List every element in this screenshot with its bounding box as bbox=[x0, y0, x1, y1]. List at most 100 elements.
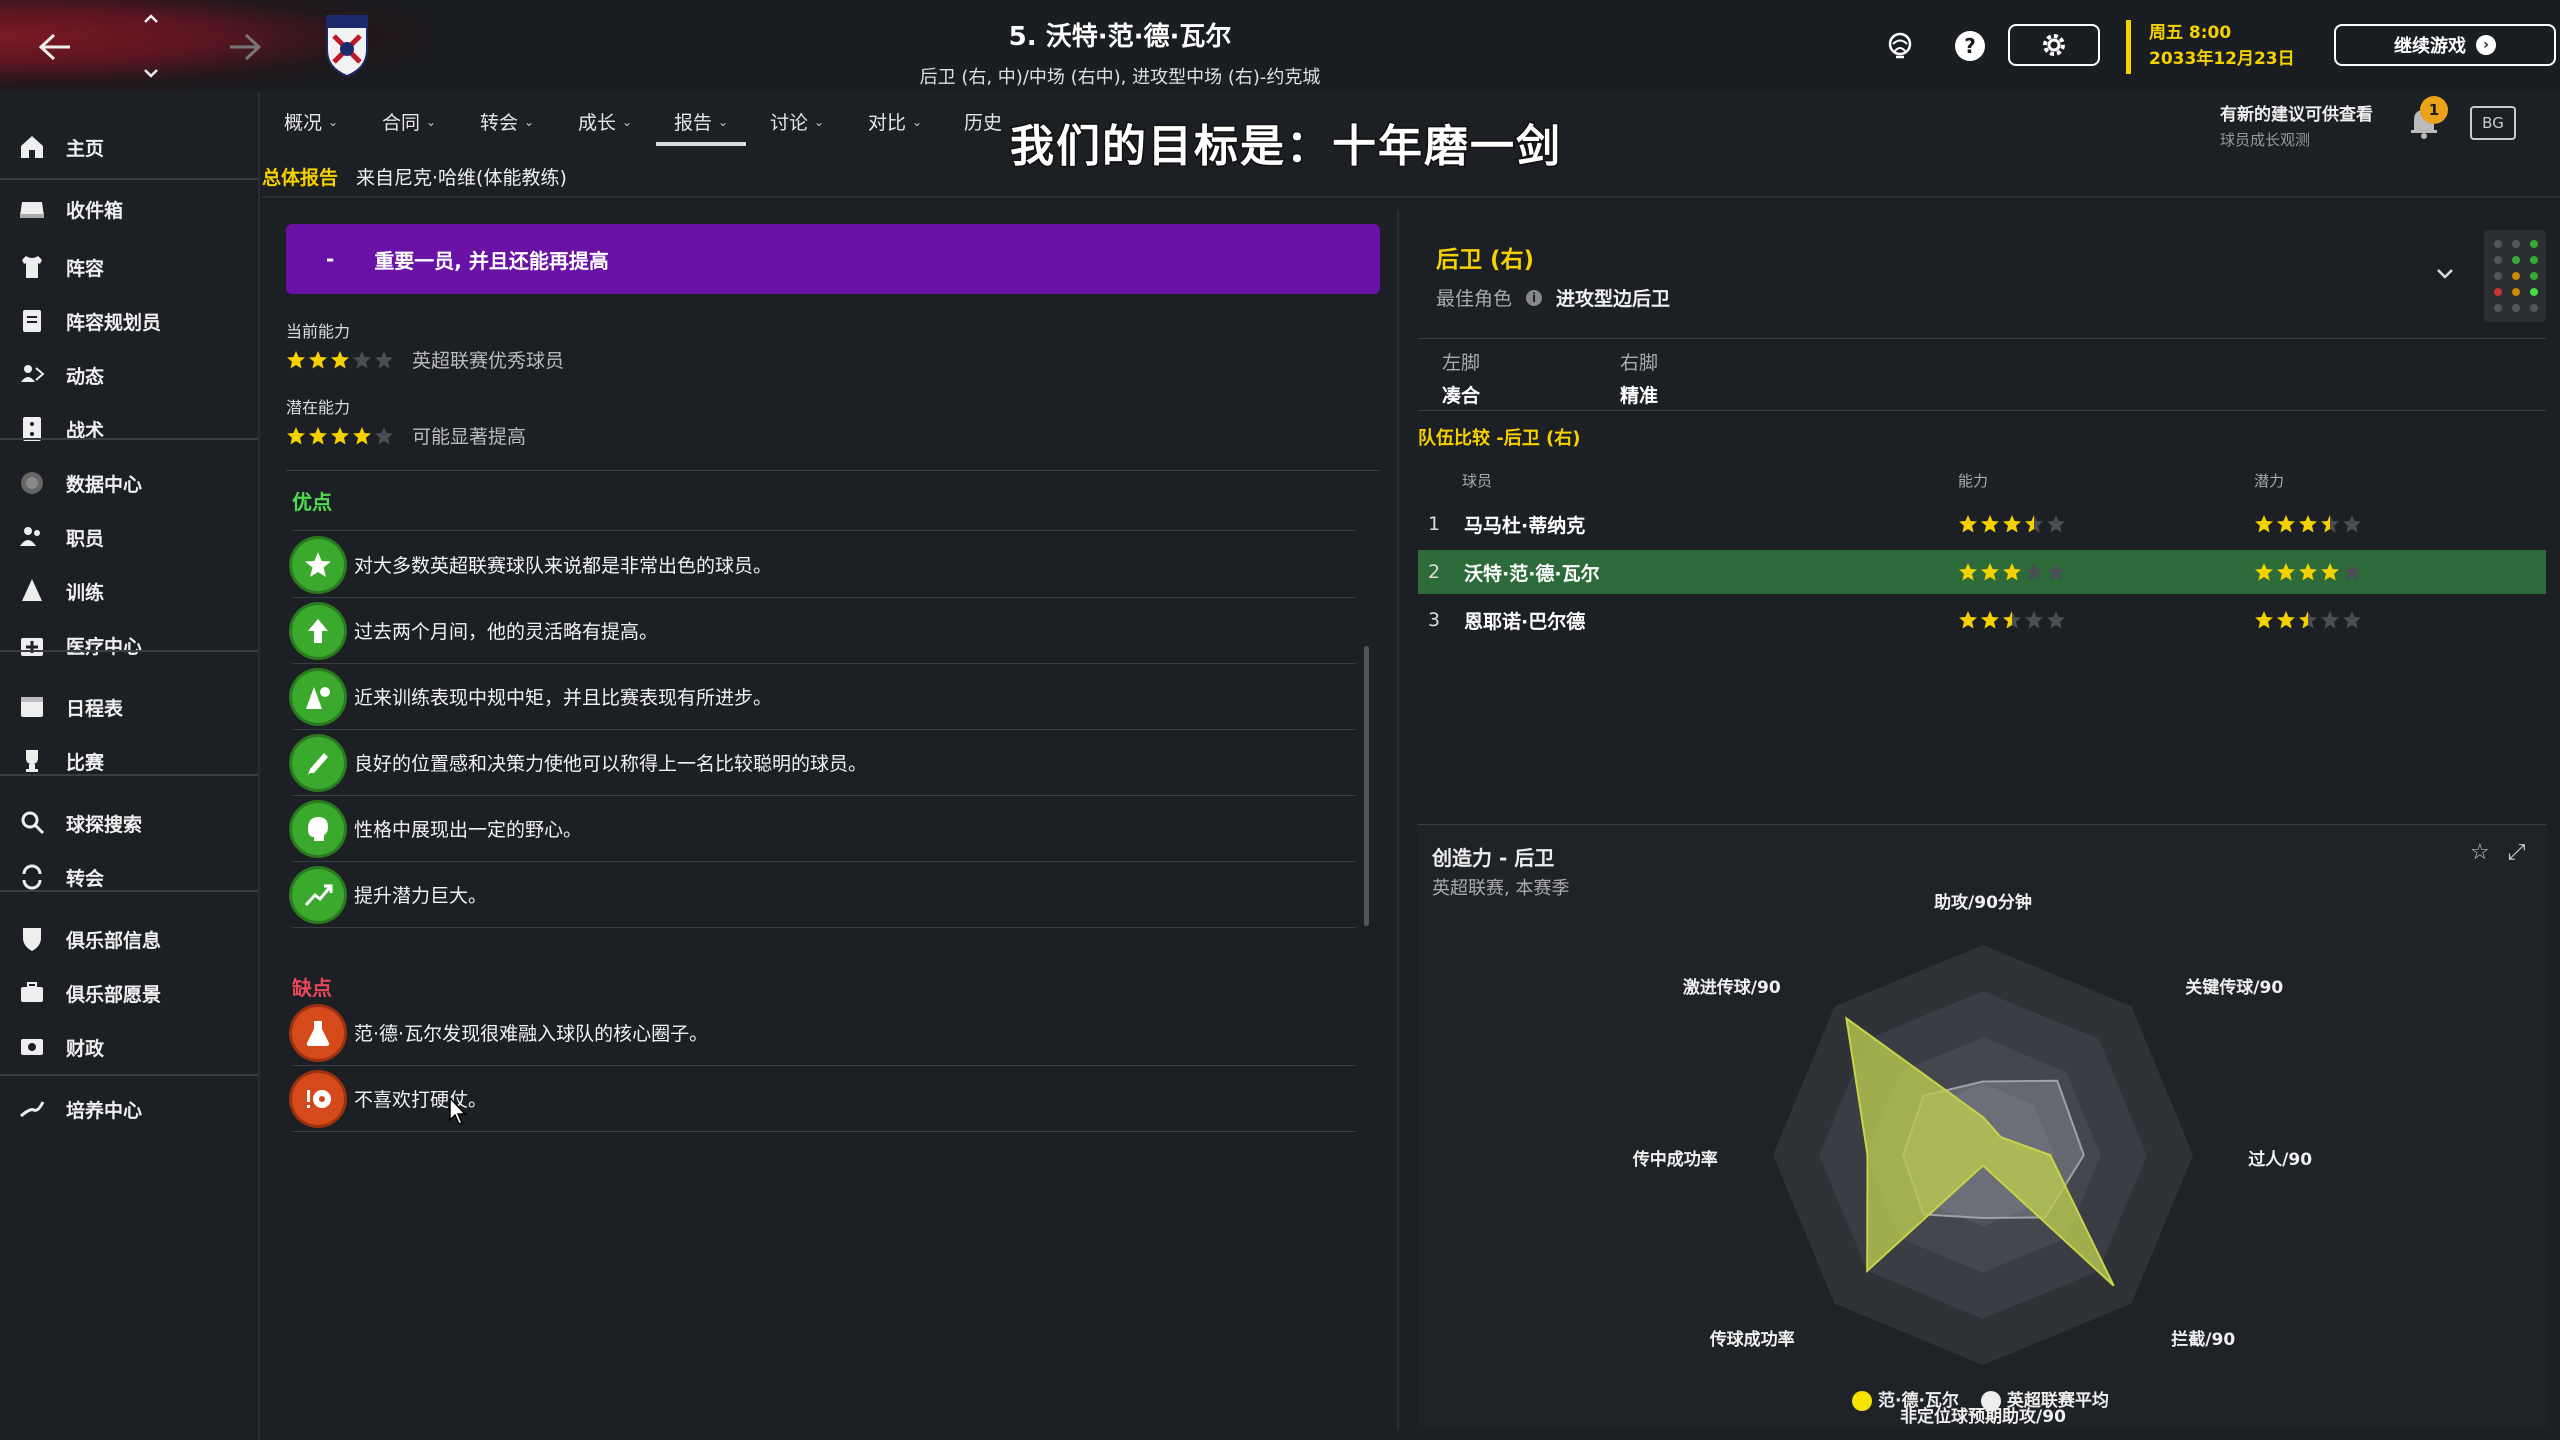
tab-1[interactable]: 合同 ⌄ bbox=[382, 108, 436, 135]
sidebar-item-inbox[interactable]: 收件箱 bbox=[0, 186, 258, 232]
left-foot-label: 左脚 bbox=[1442, 352, 1481, 374]
sidebar-item-trophy[interactable]: 比赛 bbox=[0, 738, 258, 784]
sidebar-item-label: 数据中心 bbox=[66, 473, 143, 496]
potential-stars bbox=[2254, 514, 2362, 534]
weaknesses-heading: 缺点 bbox=[292, 976, 332, 1000]
sidebar-item-search[interactable]: 球探搜索 bbox=[0, 800, 258, 846]
tab-3[interactable]: 成长 ⌄ bbox=[578, 108, 632, 135]
sidebar-item-shield[interactable]: 俱乐部信息 bbox=[0, 916, 258, 962]
chevron-down-icon: ⌄ bbox=[622, 114, 633, 129]
sidebar-item-label: 俱乐部愿景 bbox=[66, 983, 162, 1006]
legend-item[interactable]: 英超联赛平均 bbox=[1980, 1386, 2109, 1411]
back-arrow-icon[interactable] bbox=[30, 22, 80, 72]
player-name[interactable]: 沃特·范·德·瓦尔 bbox=[1464, 559, 1600, 586]
chevron-down-icon: ⌄ bbox=[426, 114, 437, 129]
current-ability-row: 英超联赛优秀球员 bbox=[286, 346, 564, 373]
sidebar-item-label: 培养中心 bbox=[66, 1099, 143, 1122]
bell-icon[interactable]: 1 bbox=[2408, 96, 2448, 144]
chart-actions: ☆ ⤢ bbox=[2470, 840, 2525, 865]
tab-2[interactable]: 转会 ⌄ bbox=[480, 108, 534, 135]
continue-button[interactable]: 继续游戏 › bbox=[2334, 24, 2556, 66]
potential-ability-desc: 可能显著提高 bbox=[412, 426, 527, 448]
tab-0[interactable]: 概况 ⌄ bbox=[284, 108, 338, 135]
player-switcher[interactable] bbox=[136, 14, 166, 78]
banner-dash: - bbox=[326, 247, 335, 271]
sidebar-item-briefcase[interactable]: 俱乐部愿景 bbox=[0, 970, 258, 1016]
sidebar-item-label: 主页 bbox=[66, 137, 105, 160]
sidebar-item-calendar[interactable]: 日程表 bbox=[0, 684, 258, 730]
chevron-down-icon: ⌄ bbox=[718, 114, 729, 129]
col-ability: 能力 bbox=[1958, 472, 1989, 490]
sidebar-item-clipboard[interactable]: 阵容规划员 bbox=[0, 298, 258, 344]
pencil-icon bbox=[292, 736, 344, 789]
mouse-cursor-icon bbox=[448, 1096, 468, 1126]
tab-5[interactable]: 讨论 ⌄ bbox=[770, 108, 824, 135]
legend-item[interactable]: 范·德·瓦尔 bbox=[1852, 1386, 1959, 1411]
briefcase-icon bbox=[16, 977, 48, 1009]
settings-button[interactable] bbox=[2008, 24, 2100, 66]
tactics-icon bbox=[16, 413, 48, 445]
position-pitch-icon[interactable] bbox=[2484, 230, 2546, 322]
potential-stars bbox=[2254, 610, 2362, 630]
sidebar-item-dynamics[interactable]: 动态 bbox=[0, 352, 258, 398]
sidebar-item-label: 医疗中心 bbox=[66, 635, 143, 658]
sidebar-item-data-hub[interactable]: 数据中心 bbox=[0, 460, 258, 506]
player-name[interactable]: 恩耶诺·巴尔德 bbox=[1464, 607, 1585, 634]
sidebar-item-label: 俱乐部信息 bbox=[66, 929, 162, 952]
legend-label: 英超联赛平均 bbox=[2006, 1391, 2109, 1411]
trophy-icon bbox=[16, 745, 48, 777]
best-role-row: 最佳角色 i 进攻型边后卫 bbox=[1436, 284, 1670, 311]
best-role-value[interactable]: 进攻型边后卫 bbox=[1556, 284, 1670, 311]
radar-axis-label: 拦截/90 bbox=[2171, 1330, 2236, 1351]
sidebar-separator bbox=[0, 890, 258, 892]
dynamics-icon bbox=[16, 359, 48, 391]
table-row[interactable]: 2 沃特·范·德·瓦尔 bbox=[1418, 550, 2546, 594]
notification-count: 1 bbox=[2420, 96, 2448, 124]
expand-icon[interactable]: ⤢ bbox=[2508, 840, 2526, 865]
help-icon[interactable]: ? bbox=[1950, 26, 1990, 66]
tab-7[interactable]: 历史 bbox=[964, 108, 1002, 135]
sidebar-item-shirt[interactable]: 阵容 bbox=[0, 244, 258, 290]
tab-6[interactable]: 对比 ⌄ bbox=[868, 108, 922, 135]
notification-panel[interactable]: 有新的建议可供查看 球员成长观测 bbox=[2220, 100, 2373, 150]
trait-text: 性格中展现出一定的野心。 bbox=[354, 819, 583, 841]
sidebar-separator bbox=[0, 774, 258, 776]
chevron-down-icon[interactable] bbox=[2436, 264, 2454, 285]
sidebar-item-development[interactable]: 培养中心 bbox=[0, 1086, 258, 1132]
sidebar-item-training[interactable]: 训练 bbox=[0, 568, 258, 614]
star-icon bbox=[292, 538, 344, 591]
right-foot-label: 右脚 bbox=[1620, 352, 1659, 374]
divider bbox=[1418, 410, 2546, 411]
current-ability-stars bbox=[286, 350, 394, 370]
row-number: 1 bbox=[1428, 513, 1441, 535]
chevron-down-icon: ⌄ bbox=[814, 114, 825, 129]
forward-arrow-icon[interactable] bbox=[220, 22, 270, 72]
sidebar-item-home[interactable]: 主页 bbox=[0, 124, 258, 170]
sidebar-item-finance[interactable]: 财政 bbox=[0, 1024, 258, 1070]
table-row[interactable]: 3 恩耶诺·巴尔德 bbox=[1418, 598, 2546, 642]
sidebar-item-label: 职员 bbox=[66, 527, 105, 550]
ability-stars bbox=[1958, 514, 2066, 534]
sidebar-item-transfer[interactable]: 转会 bbox=[0, 854, 258, 900]
training-cone-icon bbox=[292, 670, 344, 723]
sidebar-item-staff[interactable]: 职员 bbox=[0, 514, 258, 560]
tab-4[interactable]: 报告 ⌄ bbox=[674, 108, 728, 135]
sidebar-item-medical[interactable]: 医疗中心 bbox=[0, 622, 258, 668]
data-hub-icon bbox=[16, 467, 48, 499]
player-name[interactable]: 马马杜·蒂纳克 bbox=[1464, 511, 1585, 538]
strengths-scrollbar[interactable] bbox=[1364, 646, 1369, 926]
table-row[interactable]: 1 马马杜·蒂纳克 bbox=[1418, 502, 2546, 546]
radar-axis-label: 传球成功率 bbox=[1709, 1330, 1795, 1351]
club-crest-icon[interactable] bbox=[322, 10, 372, 78]
info-icon[interactable]: i bbox=[1526, 289, 1543, 306]
globe-icon[interactable] bbox=[1880, 26, 1920, 66]
player-positions: 后卫 (右, 中)/中场 (右中), 进攻型中场 (右)-约克城 bbox=[919, 67, 1321, 88]
position-title: 后卫 (右) bbox=[1436, 247, 1535, 273]
chevron-up-icon bbox=[144, 14, 158, 23]
sidebar-item-tactics[interactable]: 战术 bbox=[0, 406, 258, 452]
breadcrumb-section[interactable]: 总体报告 bbox=[262, 163, 338, 190]
star-outline-icon[interactable]: ☆ bbox=[2470, 840, 2490, 865]
arrow-right-icon: › bbox=[2476, 35, 2496, 55]
background-toggle-icon[interactable]: BG bbox=[2470, 106, 2516, 140]
radar-axis-label: 激进传球/90 bbox=[1682, 977, 1781, 998]
